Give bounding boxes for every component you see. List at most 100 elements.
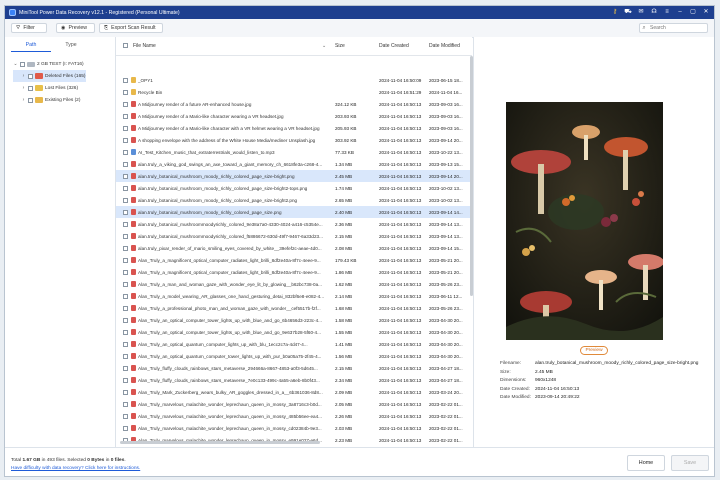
table-row[interactable]: Alan_Truly_an_optical_quantum_computer_t… — [116, 350, 472, 362]
row-checkbox[interactable] — [123, 329, 128, 335]
row-checkbox[interactable] — [123, 185, 128, 191]
checkbox[interactable] — [20, 61, 25, 67]
home-button[interactable]: Home — [627, 455, 665, 471]
row-checkbox[interactable] — [123, 377, 128, 383]
row-checkbox[interactable] — [123, 413, 128, 419]
table-row[interactable]: alan.truly_botanical_mushroom_moody_rich… — [116, 194, 472, 206]
row-checkbox[interactable] — [123, 257, 128, 263]
table-row[interactable]: alan.truly_a_viking_god_swings_an_axe_to… — [116, 158, 472, 170]
row-checkbox[interactable] — [123, 341, 128, 347]
image-file-icon — [131, 113, 136, 119]
row-checkbox[interactable] — [123, 209, 128, 215]
menu-icon[interactable]: ≡ — [663, 8, 671, 16]
table-row[interactable]: Alan_Truly_a_professional_photo_man_and_… — [116, 302, 472, 314]
row-checkbox[interactable] — [123, 353, 128, 359]
row-checkbox[interactable] — [123, 269, 128, 275]
column-file-name[interactable]: File Name — [133, 43, 156, 49]
row-checkbox[interactable] — [123, 125, 128, 131]
table-row[interactable]: alan.truly_botanical_mushroom_moody_rich… — [116, 170, 472, 182]
key-icon[interactable]: ⚷ — [611, 8, 619, 16]
checkbox[interactable] — [28, 85, 33, 91]
table-row[interactable]: A shopping envelope with the address of … — [116, 134, 472, 146]
headset-icon[interactable]: ☊ — [650, 8, 658, 16]
table-row[interactable]: Alan_Truly_a_magnificent_optical_compute… — [116, 266, 472, 278]
table-row[interactable]: Alan_Truly_a_man_and_woman_gaze_with_won… — [116, 278, 472, 290]
tree-node-lost-files[interactable]: › Lost Files (326) — [13, 82, 86, 94]
table-row[interactable]: alan.truly_botanical_mushroommoodyrichly… — [116, 230, 472, 242]
row-checkbox[interactable] — [123, 389, 128, 395]
row-checkbox[interactable] — [123, 101, 128, 107]
row-checkbox[interactable] — [123, 401, 128, 407]
select-all-checkbox[interactable] — [123, 43, 128, 48]
chevron-down-icon[interactable]: ⌄ — [13, 61, 18, 67]
search-box[interactable]: ⌕ — [639, 23, 708, 33]
table-row[interactable]: Alan_Truly_Mark_Zuckerberg_wears_bulky_A… — [116, 386, 472, 398]
table-row[interactable]: Recycle Bin 2024-11-04 16:51:29 2024-11-04… — [116, 86, 472, 98]
table-row[interactable]: Alan_Truly_an_optical_quantum_computer_l… — [116, 338, 472, 350]
horizontal-scrollbar[interactable] — [120, 441, 320, 444]
chevron-right-icon[interactable]: › — [21, 73, 26, 79]
minimize-icon[interactable]: – — [676, 8, 684, 16]
table-row[interactable]: AI_Test_Kitchen_music_that_extraterrestr… — [116, 146, 472, 158]
row-checkbox[interactable] — [123, 113, 128, 119]
table-row[interactable]: A Midjourney render of a Mario-like char… — [116, 122, 472, 134]
table-row[interactable]: alan.truly_pixar_render_of_mario_smiling… — [116, 242, 472, 254]
row-checkbox[interactable] — [123, 197, 128, 203]
table-row[interactable]: A Midjourney render of a Mario-like char… — [116, 110, 472, 122]
table-row[interactable]: Alan_Truly_marvelous_malachite_wonder_le… — [116, 410, 472, 422]
tree-node-drive[interactable]: ⌄ 2 GB TEST (I: FAT16) — [13, 58, 86, 70]
row-checkbox[interactable] — [123, 305, 128, 311]
tab-path[interactable]: Path — [11, 40, 51, 52]
export-scan-result-button[interactable]: ⎘ Export Scan Result — [99, 23, 163, 33]
column-date-created[interactable]: Date Created — [379, 43, 409, 49]
column-size[interactable]: Size — [335, 43, 345, 49]
preview-button[interactable]: Preview — [580, 346, 608, 355]
table-row[interactable]: alan.truly_botanical_mushroommoodyrichly… — [116, 218, 472, 230]
maximize-icon[interactable]: ▢ — [689, 8, 697, 16]
tree-node-existing-files[interactable]: › Existing Files (2) — [13, 94, 86, 106]
row-checkbox[interactable] — [123, 293, 128, 299]
table-row[interactable]: Alan_Truly_marvelous_malachite_wonder_le… — [116, 434, 472, 446]
row-checkbox[interactable] — [123, 365, 128, 371]
chevron-right-icon[interactable]: › — [21, 85, 26, 91]
row-checkbox[interactable] — [123, 77, 128, 83]
table-row[interactable]: Alan_Truly_a_magnificent_optical_compute… — [116, 254, 472, 266]
row-checkbox[interactable] — [123, 317, 128, 323]
mail-icon[interactable]: ✉ — [637, 8, 645, 16]
row-checkbox[interactable] — [123, 221, 128, 227]
table-row[interactable]: _OPY1 2024-11-04 16:50:09 2023-06-15 18... — [116, 74, 472, 86]
table-row[interactable]: A Midjourney render of a future AR-enhan… — [116, 98, 472, 110]
table-row[interactable]: Alan_Truly_a_model_wearing_AR_glasses_on… — [116, 290, 472, 302]
row-checkbox[interactable] — [123, 161, 128, 167]
row-checkbox[interactable] — [123, 173, 128, 179]
row-checkbox[interactable] — [123, 137, 128, 143]
table-row[interactable]: alan.truly_botanical_mushroom_moody_rich… — [116, 182, 472, 194]
tree-node-deleted-files[interactable]: › Deleted Files (165) — [13, 70, 86, 82]
help-link[interactable]: Have difficulty with data recovery? Clic… — [11, 466, 140, 471]
close-icon[interactable]: ✕ — [702, 8, 710, 16]
table-row[interactable]: Alan_Truly_marvelous_malachite_wonder_le… — [116, 398, 472, 410]
row-checkbox[interactable] — [123, 89, 128, 95]
row-checkbox[interactable] — [123, 233, 128, 239]
table-row[interactable]: Alan_Truly_fluffy_clouds_rainbows_stars_… — [116, 374, 472, 386]
search-input[interactable] — [648, 25, 702, 31]
table-row[interactable]: Alan_Truly_an_optical_computer_tower_lig… — [116, 326, 472, 338]
cart-icon[interactable]: ⛟ — [624, 8, 632, 16]
filter-button[interactable]: ⛛ Filter — [11, 23, 47, 33]
preview-toolbar-button[interactable]: ◉ Preview — [56, 23, 95, 33]
row-checkbox[interactable] — [123, 281, 128, 287]
table-row[interactable]: alan.truly_botanical_mushroom_moody_rich… — [116, 206, 472, 218]
row-checkbox[interactable] — [123, 149, 128, 155]
row-checkbox[interactable] — [123, 425, 128, 431]
table-row[interactable]: Alan_Truly_marvelous_malachite_wonder_le… — [116, 422, 472, 434]
checkbox[interactable] — [28, 73, 33, 79]
table-row[interactable]: Alan_Truly_an_optical_computer_tower_lig… — [116, 314, 472, 326]
checkbox[interactable] — [28, 97, 33, 103]
table-row[interactable]: Alan_Truly_fluffy_clouds_rainbows_stars_… — [116, 362, 472, 374]
chevron-right-icon[interactable]: › — [21, 97, 26, 103]
row-checkbox[interactable] — [123, 245, 128, 251]
tab-type[interactable]: Type — [51, 40, 91, 52]
column-date-modified[interactable]: Date Modified — [429, 43, 460, 49]
save-button[interactable]: Save — [671, 455, 709, 471]
sort-chevron-icon[interactable]: ⌄ — [322, 43, 326, 49]
